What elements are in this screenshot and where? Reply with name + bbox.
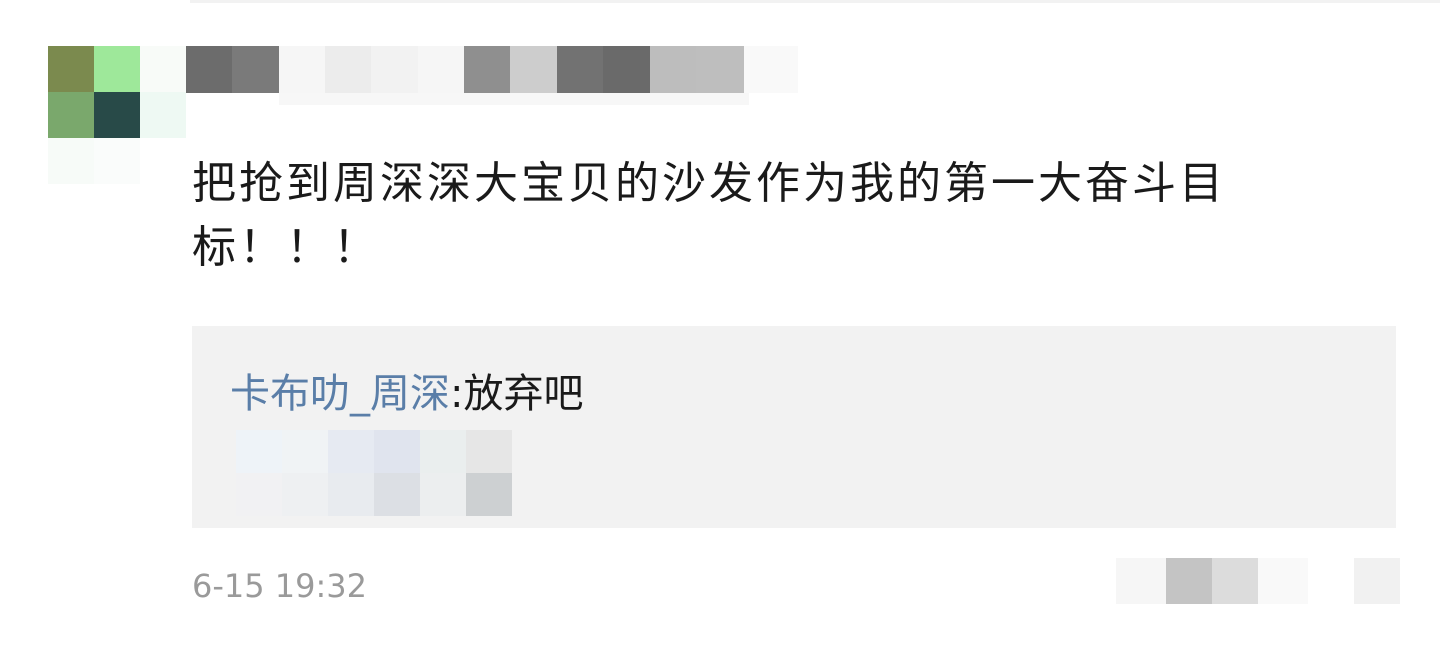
more-icon[interactable] [1116,558,1166,604]
comment-text: 把抢到周深深大宝贝的沙发作为我的第一大奋斗目标！！！ [192,158,1226,273]
reply-box[interactable]: 卡布叻_周深:放弃吧 [192,326,1396,528]
reply-icon[interactable] [1354,558,1400,604]
like-count [1212,558,1258,604]
comment-timestamp: 6-15 19:32 [192,567,368,605]
reply-separator: : [450,371,464,417]
like-icon[interactable] [1166,558,1212,604]
reply-line: 卡布叻_周深:放弃吧 [230,368,583,420]
comment-author-name[interactable] [186,46,798,110]
reply-text: 放弃吧 [463,371,584,417]
reply-more-link[interactable] [236,430,516,516]
comment-actions [1116,558,1400,608]
comment-card: 把抢到周深深大宝贝的沙发作为我的第一大奋斗目标！！！ 卡布叻_周深:放弃吧 6-… [0,0,1440,653]
reply-author-link[interactable]: 卡布叻_周深 [230,371,450,417]
avatar[interactable] [48,46,188,186]
divider [190,0,1440,3]
